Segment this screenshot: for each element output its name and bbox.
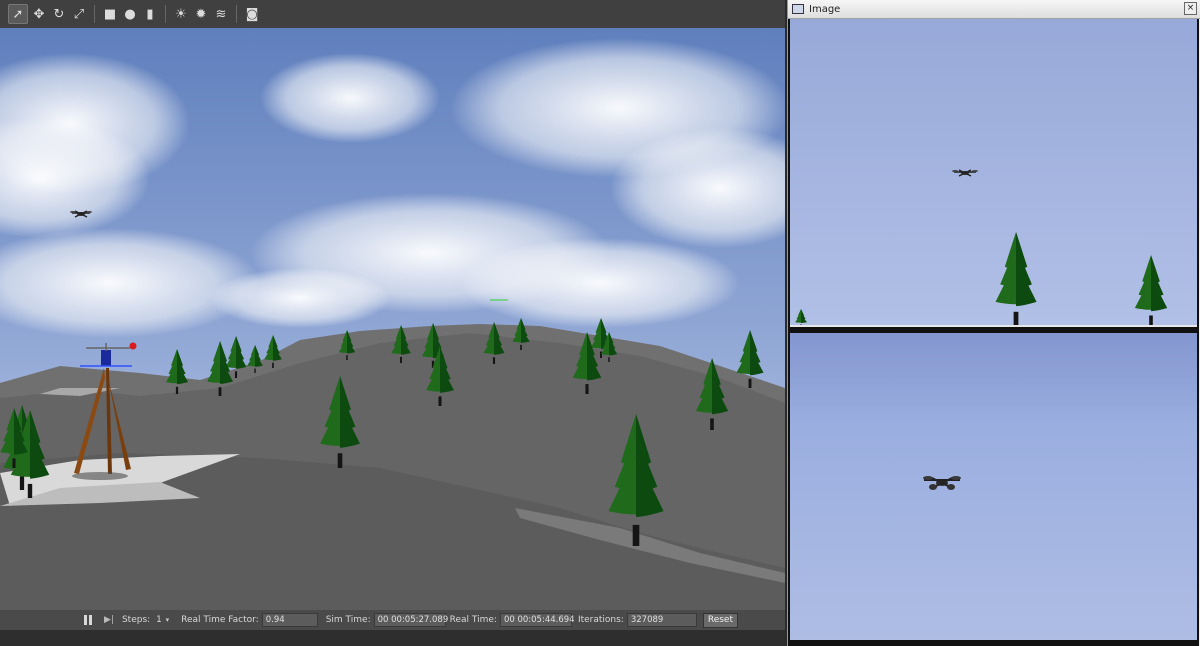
toolbar-separator xyxy=(165,5,166,23)
rtf-label: Real Time Factor: xyxy=(181,615,259,625)
scale-mode-icon[interactable]: ⤢ xyxy=(70,5,88,23)
sim-time-label: Sim Time: xyxy=(325,615,371,625)
steps-label: Steps: xyxy=(121,615,151,625)
camera-view-bottom xyxy=(790,333,1197,640)
steps-spinbox[interactable]: 1 xyxy=(153,614,164,626)
scene-viewport[interactable] xyxy=(0,28,785,610)
image-window-title: Image xyxy=(809,3,841,15)
toolbar-separator xyxy=(236,5,237,23)
reset-button[interactable]: Reset xyxy=(702,612,738,628)
cylinder-shape-icon[interactable]: ▮ xyxy=(141,5,159,23)
close-icon[interactable]: × xyxy=(1184,2,1197,15)
gazebo-window: ➚ ✥ ↻ ⤢ ■ ● ▮ ☀ ✹ ≋ ◙ ▶| Steps: 1 ▾ Real… xyxy=(0,0,785,646)
box-shape-icon[interactable]: ■ xyxy=(101,5,119,23)
bottom-strip xyxy=(0,630,785,646)
select-mode-icon[interactable]: ➚ xyxy=(8,4,28,24)
sphere-shape-icon[interactable]: ● xyxy=(121,5,139,23)
spot-light-icon[interactable]: ✹ xyxy=(192,5,210,23)
rotate-mode-icon[interactable]: ↻ xyxy=(50,5,68,23)
point-light-icon[interactable]: ☀ xyxy=(172,5,190,23)
translate-mode-icon[interactable]: ✥ xyxy=(30,5,48,23)
status-bar: ▶| Steps: 1 ▾ Real Time Factor: 0.94 Sim… xyxy=(0,610,785,630)
iterations-label: Iterations: xyxy=(577,615,624,625)
directional-light-icon[interactable]: ≋ xyxy=(212,5,230,23)
window-icon xyxy=(792,4,804,14)
real-time-value: 00 00:05:44.694 xyxy=(499,613,575,627)
toolbar: ➚ ✥ ↻ ⤢ ■ ● ▮ ☀ ✹ ≋ ◙ xyxy=(0,0,785,29)
sim-time-value: 00 00:05:27.089 xyxy=(373,613,448,627)
scene-render[interactable] xyxy=(0,28,785,610)
chevron-down-icon[interactable]: ▾ xyxy=(166,616,170,624)
camera-view-top xyxy=(790,19,1197,327)
toolbar-separator xyxy=(94,5,95,23)
image-window: Image × xyxy=(787,0,1200,646)
real-time-label: Real Time: xyxy=(449,615,497,625)
pause-button[interactable] xyxy=(82,614,94,626)
image-window-titlebar[interactable]: Image × xyxy=(788,0,1200,19)
rtf-value: 0.94 xyxy=(261,613,318,627)
iterations-value: 327089 xyxy=(626,613,697,627)
screenshot-icon[interactable]: ◙ xyxy=(243,5,261,23)
step-icon[interactable]: ▶| xyxy=(104,615,114,625)
image-panels xyxy=(788,19,1199,646)
